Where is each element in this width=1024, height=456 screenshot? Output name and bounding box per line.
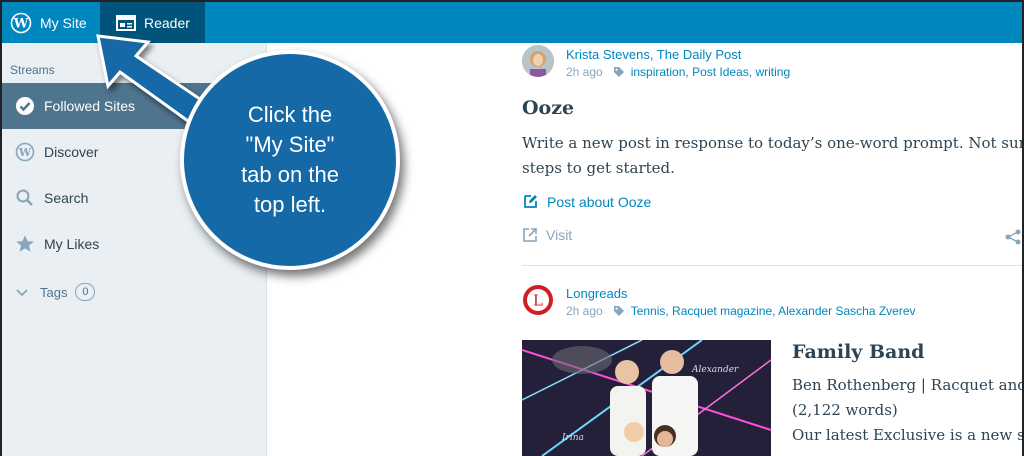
post-title[interactable]: Ooze	[522, 97, 574, 119]
post-about-label: Post about Ooze	[547, 193, 652, 210]
site-avatar[interactable]: L	[522, 284, 554, 316]
tags-toggle[interactable]: Tags 0	[16, 283, 96, 301]
my-site-tab[interactable]: W My Site	[2, 2, 100, 43]
svg-text:W: W	[18, 146, 32, 159]
excerpt-line: Write a new post in response to today’s …	[522, 134, 1024, 152]
visit-label: Visit	[546, 227, 573, 243]
post-title[interactable]: Family Band	[792, 341, 924, 363]
external-link-icon	[522, 227, 538, 243]
excerpt-line: Our latest Exclusive is a new s	[792, 426, 1024, 444]
excerpt-line: steps to get started.	[522, 159, 675, 177]
tag-icon	[613, 305, 625, 317]
chevron-down-icon	[16, 285, 28, 300]
post-excerpt: Ben Rothenberg | Racquet and (2,122 word…	[792, 373, 1024, 448]
sidebar-item-label: My Likes	[44, 236, 100, 252]
tags-count-badge: 0	[75, 283, 96, 301]
sidebar-item-label: Search	[44, 190, 89, 206]
callout-text: Click the "My Site" tab on the top left.	[215, 100, 365, 220]
star-icon	[14, 233, 36, 255]
post-meta: 2h ago Tennis, Racquet magazine, Alexand…	[566, 304, 916, 318]
post-divider	[522, 265, 1022, 266]
my-site-label: My Site	[40, 14, 87, 31]
tag-icon	[613, 66, 625, 78]
post-about-button[interactable]: Post about Ooze	[522, 193, 651, 210]
post-featured-image[interactable]: Alexander Irina	[522, 340, 771, 456]
callout-line: Click the	[247, 102, 333, 127]
wordpress-icon: W	[14, 141, 36, 163]
visit-button[interactable]: Visit	[522, 227, 572, 243]
post-excerpt: Write a new post in response to today’s …	[522, 131, 1024, 181]
post-time[interactable]: 2h ago	[566, 65, 603, 79]
post-tags[interactable]: inspiration, Post Ideas, writing	[631, 65, 790, 79]
edit-icon	[522, 193, 539, 210]
svg-text:W: W	[13, 16, 29, 31]
author-avatar[interactable]	[522, 45, 554, 77]
instruction-callout: Click the "My Site" tab on the top left.	[180, 50, 400, 270]
image-caption: Irina	[561, 433, 584, 443]
excerpt-line: Ben Rothenberg | Racquet and	[792, 376, 1024, 394]
svg-text:L: L	[533, 292, 543, 310]
share-icon[interactable]	[1004, 229, 1022, 250]
tags-label: Tags	[40, 284, 68, 300]
post-time[interactable]: 2h ago	[566, 304, 603, 318]
streams-heading: Streams	[10, 63, 55, 77]
excerpt-line: (2,122 words)	[792, 401, 898, 419]
image-caption: Alexander	[691, 365, 739, 375]
checkmark-circle-icon	[14, 95, 36, 117]
search-icon	[14, 187, 36, 209]
callout-line: tab on the	[241, 162, 339, 187]
post-tags[interactable]: Tennis, Racquet magazine, Alexander Sasc…	[631, 304, 916, 318]
post-author[interactable]: Longreads	[566, 286, 627, 301]
post-meta: 2h ago inspiration, Post Ideas, writing	[566, 65, 790, 79]
callout-line: top left.	[253, 192, 327, 217]
callout-line: "My Site"	[245, 132, 335, 157]
wordpress-logo-icon: W	[10, 12, 32, 34]
post-author[interactable]: Krista Stevens, The Daily Post	[566, 47, 741, 62]
